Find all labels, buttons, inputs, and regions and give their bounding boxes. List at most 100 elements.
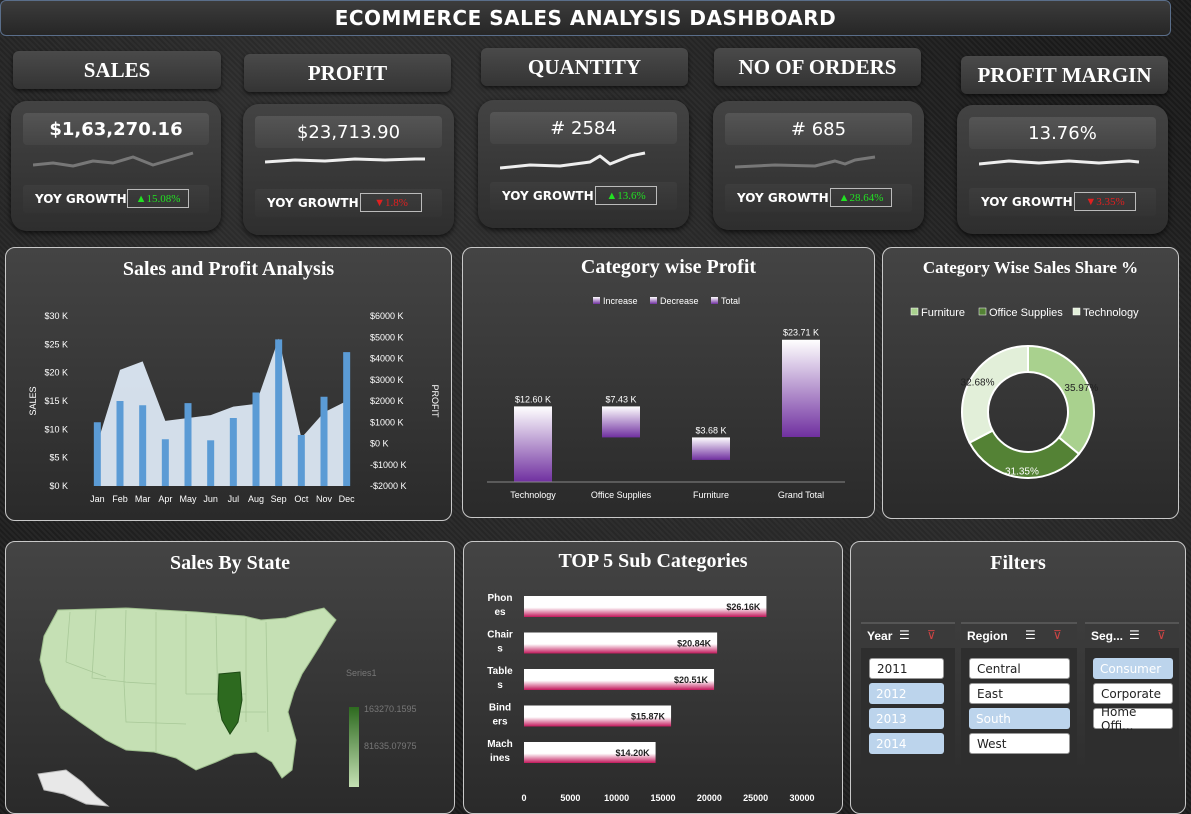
legend-swatch	[650, 297, 657, 304]
slicer-item[interactable]: 2012	[869, 683, 944, 704]
x-tick-label: Jan	[90, 494, 105, 504]
slicer-item[interactable]: 2013	[869, 708, 944, 729]
profit-bar	[343, 352, 351, 486]
segment-slicer-title: Seg...	[1091, 629, 1124, 643]
top5-title: TOP 5 Sub Categories	[558, 550, 748, 572]
waterfall-bar	[602, 406, 640, 438]
x-tick-label: Dec	[339, 494, 356, 504]
legend-label: Total	[721, 296, 740, 306]
slicer-item[interactable]: Corporate	[1093, 683, 1173, 704]
multi-select-icon[interactable]: ☰	[1025, 628, 1036, 642]
x-tick-label: Technology	[510, 490, 556, 500]
multi-select-icon[interactable]: ☰	[1129, 628, 1140, 642]
category-share-chart: Furniture Office Supplies Technology 35.97%…	[910, 307, 1139, 479]
segment-slicer[interactable]: Seg... ☰ ⊽ Consumer Corporate Home Offi...	[1085, 622, 1179, 768]
sales-profit-title: Sales and Profit Analysis	[122, 258, 335, 280]
kpi-card: 13.76% YOY GROWTH ▼3.35%	[957, 105, 1168, 234]
sales-state-title: Sales By State	[170, 552, 290, 574]
x-tick-label: Office Supplies	[591, 490, 652, 500]
y-tick-label: ers	[492, 717, 507, 728]
clear-filter-icon[interactable]: ⊽	[1157, 628, 1166, 642]
kpi-label: PROFIT	[244, 54, 451, 92]
legend-swatch	[910, 307, 919, 316]
legend-label: Decrease	[660, 296, 699, 306]
category-share-panel: Category Wise Sales Share % Furniture Off…	[882, 247, 1179, 519]
slicer-item[interactable]: South	[969, 708, 1070, 729]
data-label: 31.35%	[1005, 467, 1039, 478]
y-tick-label: $20 K	[44, 368, 68, 378]
y2-axis-label: PROFIT	[430, 385, 440, 419]
x-tick-label: Grand Total	[778, 490, 824, 500]
y2-tick-label: $0 K	[370, 439, 389, 449]
slicer-item[interactable]: 2014	[869, 733, 944, 754]
kpi-yoy-value: ▲15.08%	[127, 189, 189, 208]
slicer-item[interactable]: West	[969, 733, 1070, 754]
x-tick-label: 10000	[604, 793, 629, 803]
profit-bar	[275, 339, 283, 486]
map-alaska	[37, 769, 110, 807]
profit-bar	[207, 440, 215, 486]
profit-bar	[252, 392, 260, 486]
slicer-item[interactable]: Home Offi...	[1093, 705, 1173, 733]
profit-bar	[116, 401, 124, 486]
clear-filter-icon[interactable]: ⊽	[927, 628, 936, 642]
kpi-yoy-row: YOY GROWTH ▲28.64%	[725, 184, 912, 212]
slicer-item[interactable]: 2011	[869, 658, 944, 679]
waterfall-bar	[782, 339, 820, 437]
category-profit-chart: Increase Decrease Total $12.60 K Technology $…	[487, 296, 845, 500]
x-tick-label: Aug	[248, 494, 264, 504]
y2-tick-label: -$2000 K	[370, 481, 407, 491]
y-tick-label: Table	[487, 666, 513, 677]
data-label: $7.43 K	[605, 394, 636, 404]
y-tick-label: $30 K	[44, 311, 68, 321]
y2-tick-label: $4000 K	[370, 354, 404, 364]
kpi-yoy-row: YOY GROWTH ▲13.6%	[490, 182, 677, 210]
profit-bar	[93, 422, 101, 486]
kpi-card: # 685 YOY GROWTH ▲28.64%	[713, 101, 924, 230]
slicer-item[interactable]: East	[969, 683, 1070, 704]
sparkline-path	[735, 155, 876, 169]
y2-tick-label: $6000 K	[370, 311, 404, 321]
kpi-sparkline	[735, 155, 876, 169]
donut-slice	[961, 344, 1029, 444]
multi-select-icon[interactable]: ☰	[899, 628, 910, 642]
y-tick-label: $10 K	[44, 424, 68, 434]
y-tick-label: s	[497, 680, 503, 691]
sparkline-path	[500, 151, 646, 170]
clear-filter-icon[interactable]: ⊽	[1053, 628, 1062, 642]
kpi-yoy-value: ▲28.64%	[830, 188, 892, 207]
x-tick-label: Sep	[271, 494, 287, 504]
kpi-yoy-row: YOY GROWTH ▼1.8%	[255, 189, 442, 217]
kpi-yoy-row: YOY GROWTH ▲15.08%	[23, 185, 209, 213]
legend-label: Office Supplies	[989, 307, 1063, 319]
y2-tick-label: $1000 K	[370, 417, 404, 427]
map-legend-mid: 81635.07975	[364, 741, 417, 751]
kpi-yoy-value: ▲13.6%	[595, 186, 657, 205]
year-slicer[interactable]: Year ☰ ⊽ 2011 2012 2013 2014	[861, 622, 955, 768]
y-tick-label: $0 K	[49, 481, 68, 491]
kpi-sparkline	[33, 151, 194, 168]
region-slicer[interactable]: Region ☰ ⊽ Central East South West	[961, 622, 1077, 768]
kpi-yoy-row: YOY GROWTH ▼3.35%	[969, 188, 1156, 216]
sales-profit-chart: $0 K $5 K $10 K $15 K $20 K $25 K $30 K -$2000 …	[28, 311, 440, 504]
category-profit-panel: Category wise Profit Increase Decrease Tot…	[462, 247, 875, 518]
y-tick-label: Chair	[487, 630, 513, 641]
legend-swatch	[711, 297, 718, 304]
data-label: 35.97%	[1064, 383, 1098, 394]
sparkline-path	[979, 159, 1140, 166]
y2-tick-label: $2000 K	[370, 396, 404, 406]
slicer-item[interactable]: Central	[969, 658, 1070, 679]
us-map-body	[39, 607, 337, 779]
kpi-label: PROFIT MARGIN	[961, 56, 1168, 94]
map-legend-max: 163270.1595	[364, 704, 417, 714]
slicer-item[interactable]: Consumer	[1093, 658, 1173, 679]
kpi-value: # 685	[725, 113, 912, 145]
kpi-yoy-label: YOY GROWTH	[737, 191, 829, 205]
region-slicer-title: Region	[967, 629, 1008, 643]
kpi-sparkline	[979, 159, 1140, 166]
y-tick-label: $25 K	[44, 339, 68, 349]
waterfall-bar	[692, 437, 730, 460]
x-tick-label: 30000	[789, 793, 814, 803]
kpi-label: QUANTITY	[481, 48, 688, 86]
y-tick-label: $5 K	[49, 453, 68, 463]
